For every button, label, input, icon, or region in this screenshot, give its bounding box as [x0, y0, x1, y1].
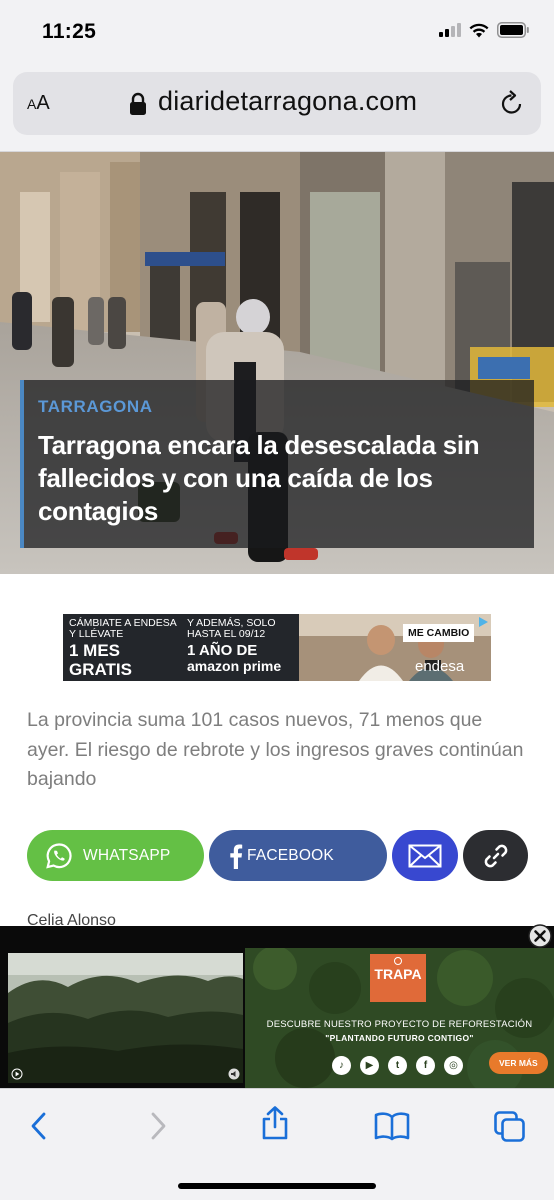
- ad-offer-middle: Y ADEMÁS, SOLO HASTA EL 09/12 1 AÑO DE a…: [187, 618, 282, 674]
- wifi-icon: [469, 23, 489, 37]
- share-icon[interactable]: [260, 1106, 290, 1140]
- ad-video[interactable]: [8, 953, 243, 1083]
- link-icon: [484, 844, 507, 867]
- amazon-prime-logo: amazon prime: [187, 658, 282, 674]
- ad-text: DESCUBRE NUESTRO PROYECTO DE REFORESTACI…: [266, 1019, 533, 1030]
- adchoices-icon[interactable]: [477, 616, 489, 628]
- article-category[interactable]: TARRAGONA: [38, 397, 518, 417]
- status-bar: 11:25: [0, 0, 554, 60]
- whatsapp-label: WHATSAPP: [83, 846, 171, 864]
- play-icon[interactable]: [11, 1068, 23, 1080]
- ad-headline: 1 AÑO DE: [187, 642, 258, 659]
- instagram-icon[interactable]: ◎: [444, 1056, 463, 1075]
- whatsapp-share-button[interactable]: WHATSAPP: [27, 830, 204, 881]
- battery-icon: [497, 22, 529, 38]
- forest-video-frame: [8, 953, 243, 1083]
- hero-article[interactable]: TARRAGONA Tarragona encara la desescalad…: [0, 152, 554, 574]
- home-indicator[interactable]: [178, 1183, 376, 1189]
- back-icon[interactable]: [29, 1111, 49, 1141]
- facebook-label: FACEBOOK: [247, 846, 334, 864]
- envelope-icon: [408, 844, 442, 867]
- browser-address-area: AA diaridetarragona.com: [0, 60, 554, 152]
- close-ad-icon[interactable]: [528, 924, 552, 948]
- facebook-icon: [230, 844, 243, 869]
- lock-icon: [130, 92, 146, 115]
- article-author[interactable]: Celia Alonso: [27, 912, 116, 926]
- youtube-icon[interactable]: ▶: [360, 1056, 379, 1075]
- facebook-icon[interactable]: f: [416, 1056, 435, 1075]
- ad-headline: 1 MES: [69, 641, 121, 660]
- trapa-ad[interactable]: TRAPA DESCUBRE NUESTRO PROYECTO DE REFOR…: [0, 924, 554, 1088]
- article-title[interactable]: Tarragona encara la desescalada sin fall…: [38, 429, 518, 528]
- email-share-button[interactable]: [392, 830, 458, 881]
- tabs-icon[interactable]: [494, 1111, 526, 1143]
- social-links: ♪ ▶ t f ◎: [332, 1056, 463, 1075]
- ad-text: HASTA EL 09/12: [187, 628, 266, 640]
- signal-icon: [439, 23, 461, 37]
- status-icons: [439, 22, 530, 38]
- ad-brand: endesa: [415, 658, 465, 675]
- hero-caption[interactable]: TARRAGONA Tarragona encara la desescalad…: [20, 380, 534, 548]
- ver-mas-button[interactable]: VER MÁS: [489, 1052, 548, 1074]
- ad-cta-button[interactable]: ME CAMBIO: [403, 624, 475, 642]
- bookmarks-icon[interactable]: [374, 1111, 410, 1141]
- trapa-logo: TRAPA: [370, 954, 426, 1002]
- article-summary: La provincia suma 101 casos nuevos, 71 m…: [27, 709, 524, 790]
- url-text[interactable]: diaridetarragona.com: [158, 86, 417, 117]
- ad-offer-left: CÁMBIATE A ENDESA Y LLÉVATE 1 MES GRATIS: [69, 618, 177, 679]
- ad-info-panel: TRAPA DESCUBRE NUESTRO PROYECTO DE REFOR…: [245, 948, 554, 1088]
- status-time: 11:25: [42, 20, 97, 43]
- tiktok-icon[interactable]: ♪: [332, 1056, 351, 1075]
- whatsapp-icon: [46, 842, 72, 868]
- twitter-icon[interactable]: t: [388, 1056, 407, 1075]
- endesa-ad-banner[interactable]: CÁMBIATE A ENDESA Y LLÉVATE 1 MES GRATIS…: [63, 614, 491, 681]
- ad-text: Y LLÉVATE: [69, 628, 124, 640]
- address-bar[interactable]: AA diaridetarragona.com: [13, 72, 541, 135]
- ad-headline: GRATIS: [69, 660, 132, 679]
- ad-slogan: "PLANTANDO FUTURO CONTIGO": [325, 1033, 474, 1043]
- facebook-share-button[interactable]: FACEBOOK: [209, 830, 387, 881]
- mute-icon[interactable]: [228, 1068, 240, 1080]
- copy-link-button[interactable]: [463, 830, 528, 881]
- reload-icon[interactable]: [499, 89, 525, 117]
- text-size-button[interactable]: AA: [27, 92, 50, 115]
- brand-name: TRAPA: [374, 966, 422, 982]
- forward-icon[interactable]: [148, 1111, 168, 1141]
